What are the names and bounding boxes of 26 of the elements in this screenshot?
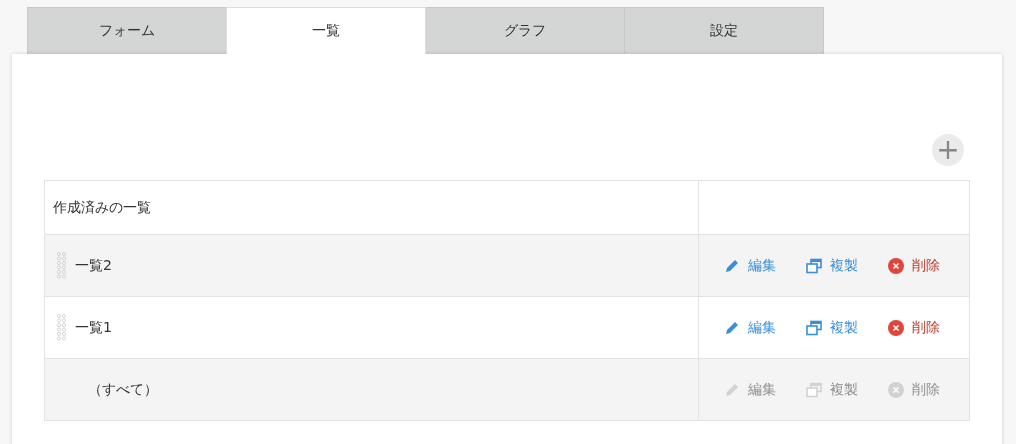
delete-icon: [888, 257, 904, 274]
pencil-icon: [724, 257, 740, 274]
edit-button[interactable]: 編集: [724, 256, 776, 275]
tab[interactable]: 設定: [624, 7, 824, 54]
pencil-icon: [724, 381, 740, 398]
tab[interactable]: グラフ: [425, 7, 625, 54]
copy-button[interactable]: 複製: [806, 318, 858, 337]
drag-handle-icon[interactable]: [56, 250, 67, 281]
drag-handle-icon[interactable]: [56, 312, 67, 343]
pencil-icon: [724, 319, 740, 336]
tab[interactable]: 一覧: [226, 7, 426, 54]
delete-icon: [888, 381, 904, 398]
copy-button[interactable]: 複製: [806, 256, 858, 275]
copy-icon: [806, 319, 822, 336]
delete-button[interactable]: 削除: [888, 256, 940, 275]
tab[interactable]: フォーム: [27, 7, 227, 54]
edit-button[interactable]: 編集: [724, 318, 776, 337]
delete-icon: [888, 319, 904, 336]
delete-button[interactable]: 削除: [888, 318, 940, 337]
list-name: （すべて）: [87, 380, 158, 399]
list-name: 一覧1: [75, 318, 112, 337]
list-name: 一覧2: [75, 256, 112, 275]
copy-icon: [806, 381, 822, 398]
copy-icon: [806, 257, 822, 274]
column-header: 作成済みの一覧: [53, 198, 151, 215]
add-button[interactable]: +: [932, 134, 964, 166]
